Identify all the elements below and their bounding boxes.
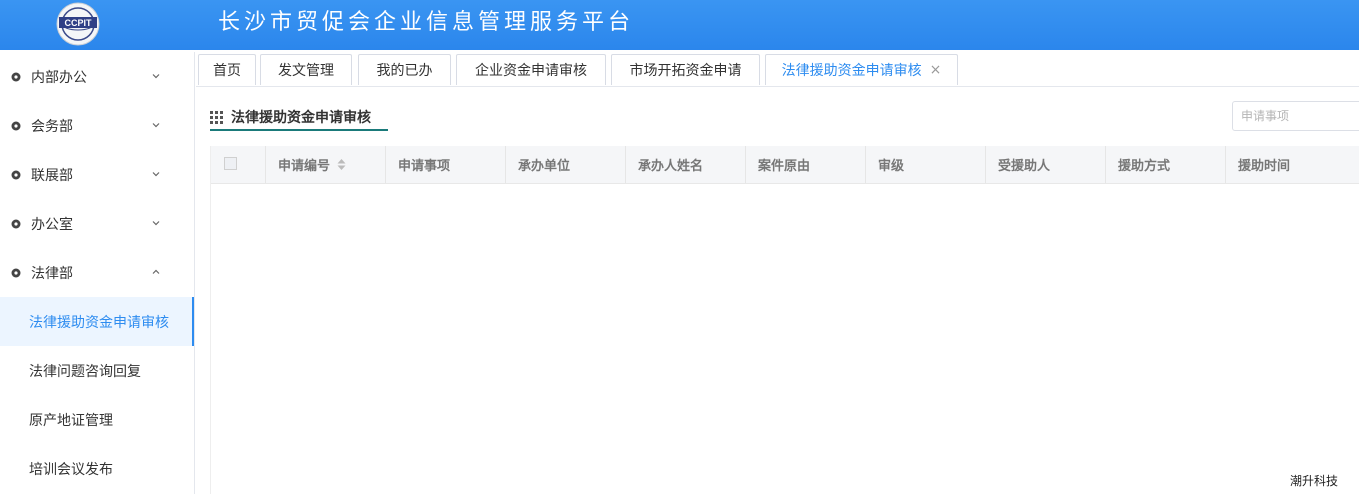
column-header: 援助时间 [1238,159,1291,174]
grid-icon [210,110,223,124]
sidebar: 内部办公 会务部 联展部 办公室 法律部 法律援助资金申请审核 法律问题咨询回复… [0,52,195,494]
sidebar-subitem-training-publish[interactable]: 培训会议发布 [0,444,194,493]
tab-bar: 首页 发文管理 我的已办 企业资金申请审核 市场开拓资金申请 法律援助资金申请审… [196,52,1359,87]
tab-my-done[interactable]: 我的已办 [358,54,451,85]
chevron-down-icon [152,221,160,226]
top-header: CCPIT 长沙市贸促会企业信息管理服务平台 [0,0,1359,50]
tab-document-mgmt[interactable]: 发文管理 [260,54,352,85]
section-header: 法律援助资金申请审核 [210,104,371,130]
footer-brand: 潮升科技 [1290,474,1339,488]
column-header: 承办人姓名 [626,146,746,183]
select-all-cell [211,146,266,183]
sort-icon[interactable] [337,158,346,171]
chevron-down-icon [152,172,160,177]
chevron-up-icon [152,269,160,274]
gear-icon [11,170,21,179]
gear-icon [11,268,21,277]
sidebar-item-label: 联展部 [31,167,73,184]
column-header: 申请事项 [386,146,506,183]
sidebar-subitem-origin-cert[interactable]: 原产地证管理 [0,395,194,444]
tab-home[interactable]: 首页 [198,54,256,85]
chevron-down-icon [152,74,160,79]
sidebar-item-label: 办公室 [31,216,73,233]
sidebar-item-label: 内部办公 [31,69,87,86]
ccpit-logo-icon: CCPIT [56,2,100,46]
gear-icon [11,121,21,130]
column-header: 审级 [866,146,986,183]
sidebar-item-office[interactable]: 办公室 [0,199,194,248]
column-header: 受援助人 [986,146,1106,183]
logo-text: CCPIT [65,18,93,28]
close-icon[interactable]: × [930,62,942,78]
app-title: 长沙市贸促会企业信息管理服务平台 [218,10,635,35]
sidebar-item-label: 会务部 [31,118,73,135]
sidebar-item-legal-dept[interactable]: 法律部 [0,248,194,297]
column-header: 案件原由 [746,146,866,183]
sidebar-item-internal-office[interactable]: 内部办公 [0,52,194,101]
tab-enterprise-fund-review[interactable]: 企业资金申请审核 [456,54,606,85]
column-header[interactable]: 申请编号 [266,146,386,183]
sidebar-item-label: 法律部 [31,265,73,282]
page-title: 法律援助资金申请审核 [231,110,371,126]
column-header: 援助方式 [1106,146,1226,183]
table-header: 申请编号 申请事项 承办单位 承办人姓名 案件原由 审级 受援助人 援助方式 援… [211,146,1359,184]
gear-icon [11,219,21,228]
data-table: 申请编号 申请事项 承办单位 承办人姓名 案件原由 审级 受援助人 援助方式 援… [210,146,1359,494]
sidebar-item-conference-dept[interactable]: 会务部 [0,101,194,150]
column-header: 承办单位 [506,146,626,183]
tab-label: 法律援助资金申请审核 [781,63,922,79]
search-input[interactable] [1232,101,1359,131]
title-underline [210,129,388,131]
tab-legal-aid-review[interactable]: 法律援助资金申请审核 × [765,54,958,85]
gear-icon [11,72,21,81]
sidebar-subitem-legal-consult-reply[interactable]: 法律问题咨询回复 [0,346,194,395]
chevron-down-icon [152,123,160,128]
sidebar-subitem-legal-aid-review[interactable]: 法律援助资金申请审核 [0,297,194,346]
select-all-checkbox[interactable] [224,157,237,170]
sidebar-item-exhibition-dept[interactable]: 联展部 [0,150,194,199]
tab-market-fund-apply[interactable]: 市场开拓资金申请 [611,54,760,85]
